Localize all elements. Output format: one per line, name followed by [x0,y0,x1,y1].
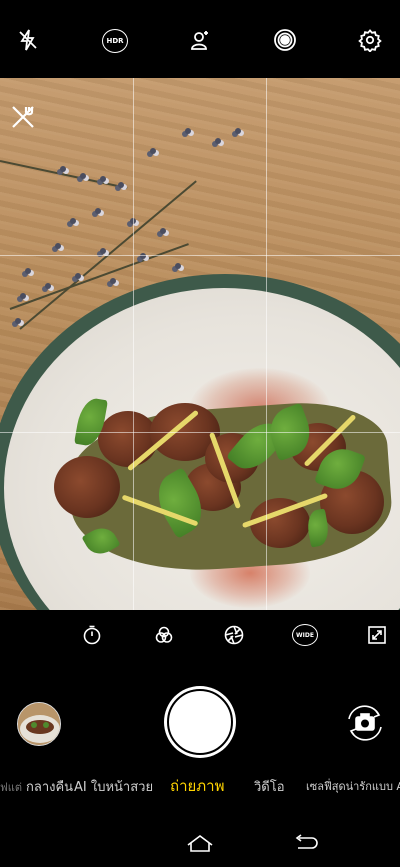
mode-item[interactable]: ฟแต่ [0,778,22,796]
switch-camera-icon[interactable] [343,703,387,743]
aspect-ratio-icon[interactable] [364,622,390,648]
settings-icon[interactable] [356,26,384,54]
grid-line [133,78,134,610]
hdr-icon[interactable]: HDR [102,29,128,53]
back-icon[interactable] [290,832,320,854]
shutter-button[interactable] [164,686,236,758]
grid-line [0,255,400,256]
mode-carousel: ฟแต่ กลางคืน AI ใบหน้าสวย ถ่ายภาพ วิดีโอ… [0,776,400,798]
food-scene-icon [10,104,36,130]
timer-icon[interactable] [79,622,105,648]
home-icon[interactable] [185,832,215,854]
mode-ai-beauty[interactable]: AI ใบหน้าสวย [74,776,153,797]
aperture-icon[interactable] [221,622,247,648]
mode-night[interactable]: กลางคืน [26,776,73,797]
filters-icon[interactable] [151,622,177,648]
system-nav-bar [0,822,400,867]
mode-photo[interactable]: ถ่ายภาพ [170,774,225,798]
flash-off-icon[interactable] [14,26,42,54]
face-beauty-icon[interactable] [186,26,214,54]
grid-line [0,432,400,433]
live-photo-icon[interactable] [271,26,299,54]
camera-viewfinder[interactable] [0,78,400,610]
mode-video[interactable]: วิดีโอ [254,776,285,797]
grid-line [266,78,267,610]
camera-toolbar: WIDE [0,610,400,660]
gallery-thumbnail[interactable] [17,702,61,746]
top-bar: HDR [0,0,400,78]
mode-ar-selfie[interactable]: เซลฟี่สุดน่ารักแบบ AR [306,777,400,795]
wide-angle-icon[interactable]: WIDE [292,624,318,646]
